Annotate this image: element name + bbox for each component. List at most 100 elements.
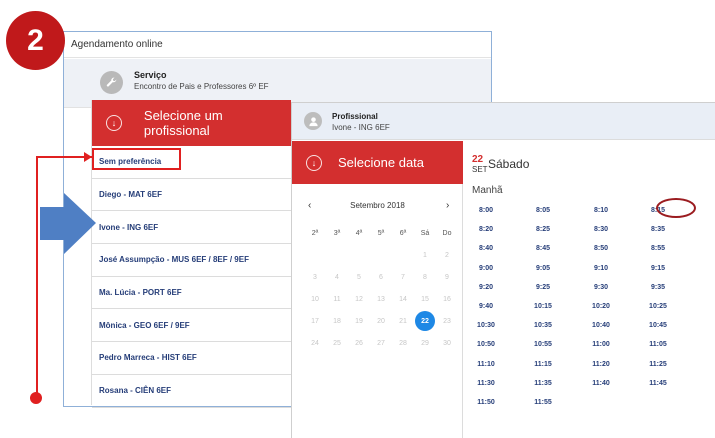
date-panel-header[interactable]: ↓ Selecione data: [292, 141, 463, 184]
calendar-day[interactable]: 28: [392, 334, 414, 352]
professional-item[interactable]: José Assumpção - MUS 6EF / 8EF / 9EF: [92, 244, 291, 277]
calendar-day[interactable]: 15: [414, 290, 436, 308]
calendar-day-label: 4: [335, 273, 339, 281]
step-number-badge: 2: [6, 11, 65, 70]
calendar-day-label: 17: [311, 317, 319, 325]
professional-item[interactable]: Pedro Marreca - HIST 6EF: [92, 342, 291, 375]
calendar-day-selected[interactable]: 22: [414, 311, 436, 331]
calendar-day[interactable]: 7: [392, 268, 414, 286]
calendar-day-label: 12: [355, 295, 363, 303]
time-slot[interactable]: 9:05: [523, 265, 563, 272]
time-slot[interactable]: 10:15: [523, 303, 563, 310]
calendar-day-label: 27: [377, 339, 385, 347]
time-slot[interactable]: 11:20: [581, 361, 621, 368]
highlight-time-oval: [656, 198, 696, 218]
time-slot[interactable]: 8:25: [523, 226, 563, 233]
calendar-day[interactable]: 13: [370, 290, 392, 308]
calendar-day[interactable]: 17: [304, 312, 326, 330]
calendar-day[interactable]: 10: [304, 290, 326, 308]
calendar-day-label: 28: [399, 339, 407, 347]
calendar-day[interactable]: 1: [414, 246, 436, 264]
time-slot[interactable]: 11:45: [638, 380, 678, 387]
time-slot[interactable]: 8:30: [581, 226, 621, 233]
calendar-weekday: 2ª: [311, 229, 319, 237]
time-slot[interactable]: 8:50: [581, 245, 621, 252]
time-slot[interactable]: 8:40: [466, 245, 506, 252]
time-slot[interactable]: 10:35: [523, 322, 563, 329]
calendar-day[interactable]: 4: [326, 268, 348, 286]
time-slot[interactable]: 8:45: [523, 245, 563, 252]
time-slot[interactable]: 9:35: [638, 284, 678, 291]
calendar-day[interactable]: 29: [414, 334, 436, 352]
calendar-day[interactable]: 9: [436, 268, 458, 286]
time-slot[interactable]: 9:30: [581, 284, 621, 291]
calendar-day[interactable]: 23: [436, 312, 458, 330]
calendar-day[interactable]: 2: [436, 246, 458, 264]
time-slot[interactable]: 8:35: [638, 226, 678, 233]
calendar-day[interactable]: 11: [326, 290, 348, 308]
time-slot[interactable]: 11:25: [638, 361, 678, 368]
calendar-day[interactable]: 21: [392, 312, 414, 330]
calendar-day-label: 15: [421, 295, 429, 303]
time-slot[interactable]: 10:25: [638, 303, 678, 310]
time-slot[interactable]: 10:55: [523, 341, 563, 348]
calendar-day[interactable]: 30: [436, 334, 458, 352]
time-slot[interactable]: 9:40: [466, 303, 506, 310]
calendar-day[interactable]: 24: [304, 334, 326, 352]
time-slot[interactable]: 10:30: [466, 322, 506, 329]
time-slot[interactable]: 11:55: [523, 399, 563, 406]
calendar-day[interactable]: 26: [348, 334, 370, 352]
time-slot[interactable]: 8:20: [466, 226, 506, 233]
time-slot[interactable]: 8:05: [523, 207, 563, 214]
time-slot[interactable]: 10:40: [581, 322, 621, 329]
time-slot[interactable]: 11:00: [581, 341, 621, 348]
calendar-day-label: 16: [443, 295, 451, 303]
professional-item[interactable]: Diego - MAT 6EF: [92, 179, 291, 212]
calendar-day[interactable]: 3: [304, 268, 326, 286]
chevron-right-icon[interactable]: ›: [446, 200, 449, 211]
time-slot[interactable]: 9:25: [523, 284, 563, 291]
time-slot[interactable]: 8:10: [581, 207, 621, 214]
calendar-day[interactable]: 27: [370, 334, 392, 352]
calendar-day[interactable]: 25: [326, 334, 348, 352]
time-slot[interactable]: 11:05: [638, 341, 678, 348]
calendar-day[interactable]: 14: [392, 290, 414, 308]
time-slot[interactable]: 9:00: [466, 265, 506, 272]
calendar-day[interactable]: 18: [326, 312, 348, 330]
window-title: Agendamento online: [64, 32, 491, 58]
calendar-weekday: 5ª: [377, 229, 385, 237]
professional-panel-title: Selecione um profissional: [143, 108, 223, 138]
time-slot[interactable]: 11:30: [466, 380, 506, 387]
calendar-weekday: Do: [442, 229, 452, 237]
professional-item[interactable]: Mônica - GEO 6EF / 9EF: [92, 309, 291, 343]
time-slot[interactable]: 10:45: [638, 322, 678, 329]
calendar-day[interactable]: 16: [436, 290, 458, 308]
calendar-day[interactable]: 5: [348, 268, 370, 286]
time-slot[interactable]: 10:50: [466, 341, 506, 348]
time-slot[interactable]: 11:10: [466, 361, 506, 368]
calendar-day-label: 29: [421, 339, 429, 347]
time-slot[interactable]: 9:10: [581, 265, 621, 272]
calendar-day[interactable]: 6: [370, 268, 392, 286]
professional-item[interactable]: Rosana - CIÊN 6EF: [92, 375, 291, 408]
time-slot[interactable]: 9:20: [466, 284, 506, 291]
selected-professional-row[interactable]: Profissional Ivone - ING 6EF: [292, 103, 715, 140]
time-slot[interactable]: 8:00: [466, 207, 506, 214]
calendar-weekday: 6ª: [399, 229, 407, 237]
time-slot[interactable]: 8:55: [638, 245, 678, 252]
time-slot[interactable]: 11:15: [523, 361, 563, 368]
time-slot[interactable]: 11:40: [581, 380, 621, 387]
calendar-day-label: 9: [445, 273, 449, 281]
calendar-day[interactable]: 12: [348, 290, 370, 308]
professional-panel-header[interactable]: ↓ Selecione um profissional: [92, 100, 291, 146]
calendar-day-label: 14: [399, 295, 407, 303]
time-slot[interactable]: 11:35: [523, 380, 563, 387]
calendar-day[interactable]: 8: [414, 268, 436, 286]
time-slot[interactable]: 9:15: [638, 265, 678, 272]
time-slot[interactable]: 11:50: [466, 399, 506, 406]
professional-item[interactable]: Ma. Lúcia - PORT 6EF: [92, 277, 291, 310]
calendar-day[interactable]: 20: [370, 312, 392, 330]
professional-item[interactable]: Ivone - ING 6EF: [92, 211, 291, 245]
time-slot[interactable]: 10:20: [581, 303, 621, 310]
calendar-day[interactable]: 19: [348, 312, 370, 330]
